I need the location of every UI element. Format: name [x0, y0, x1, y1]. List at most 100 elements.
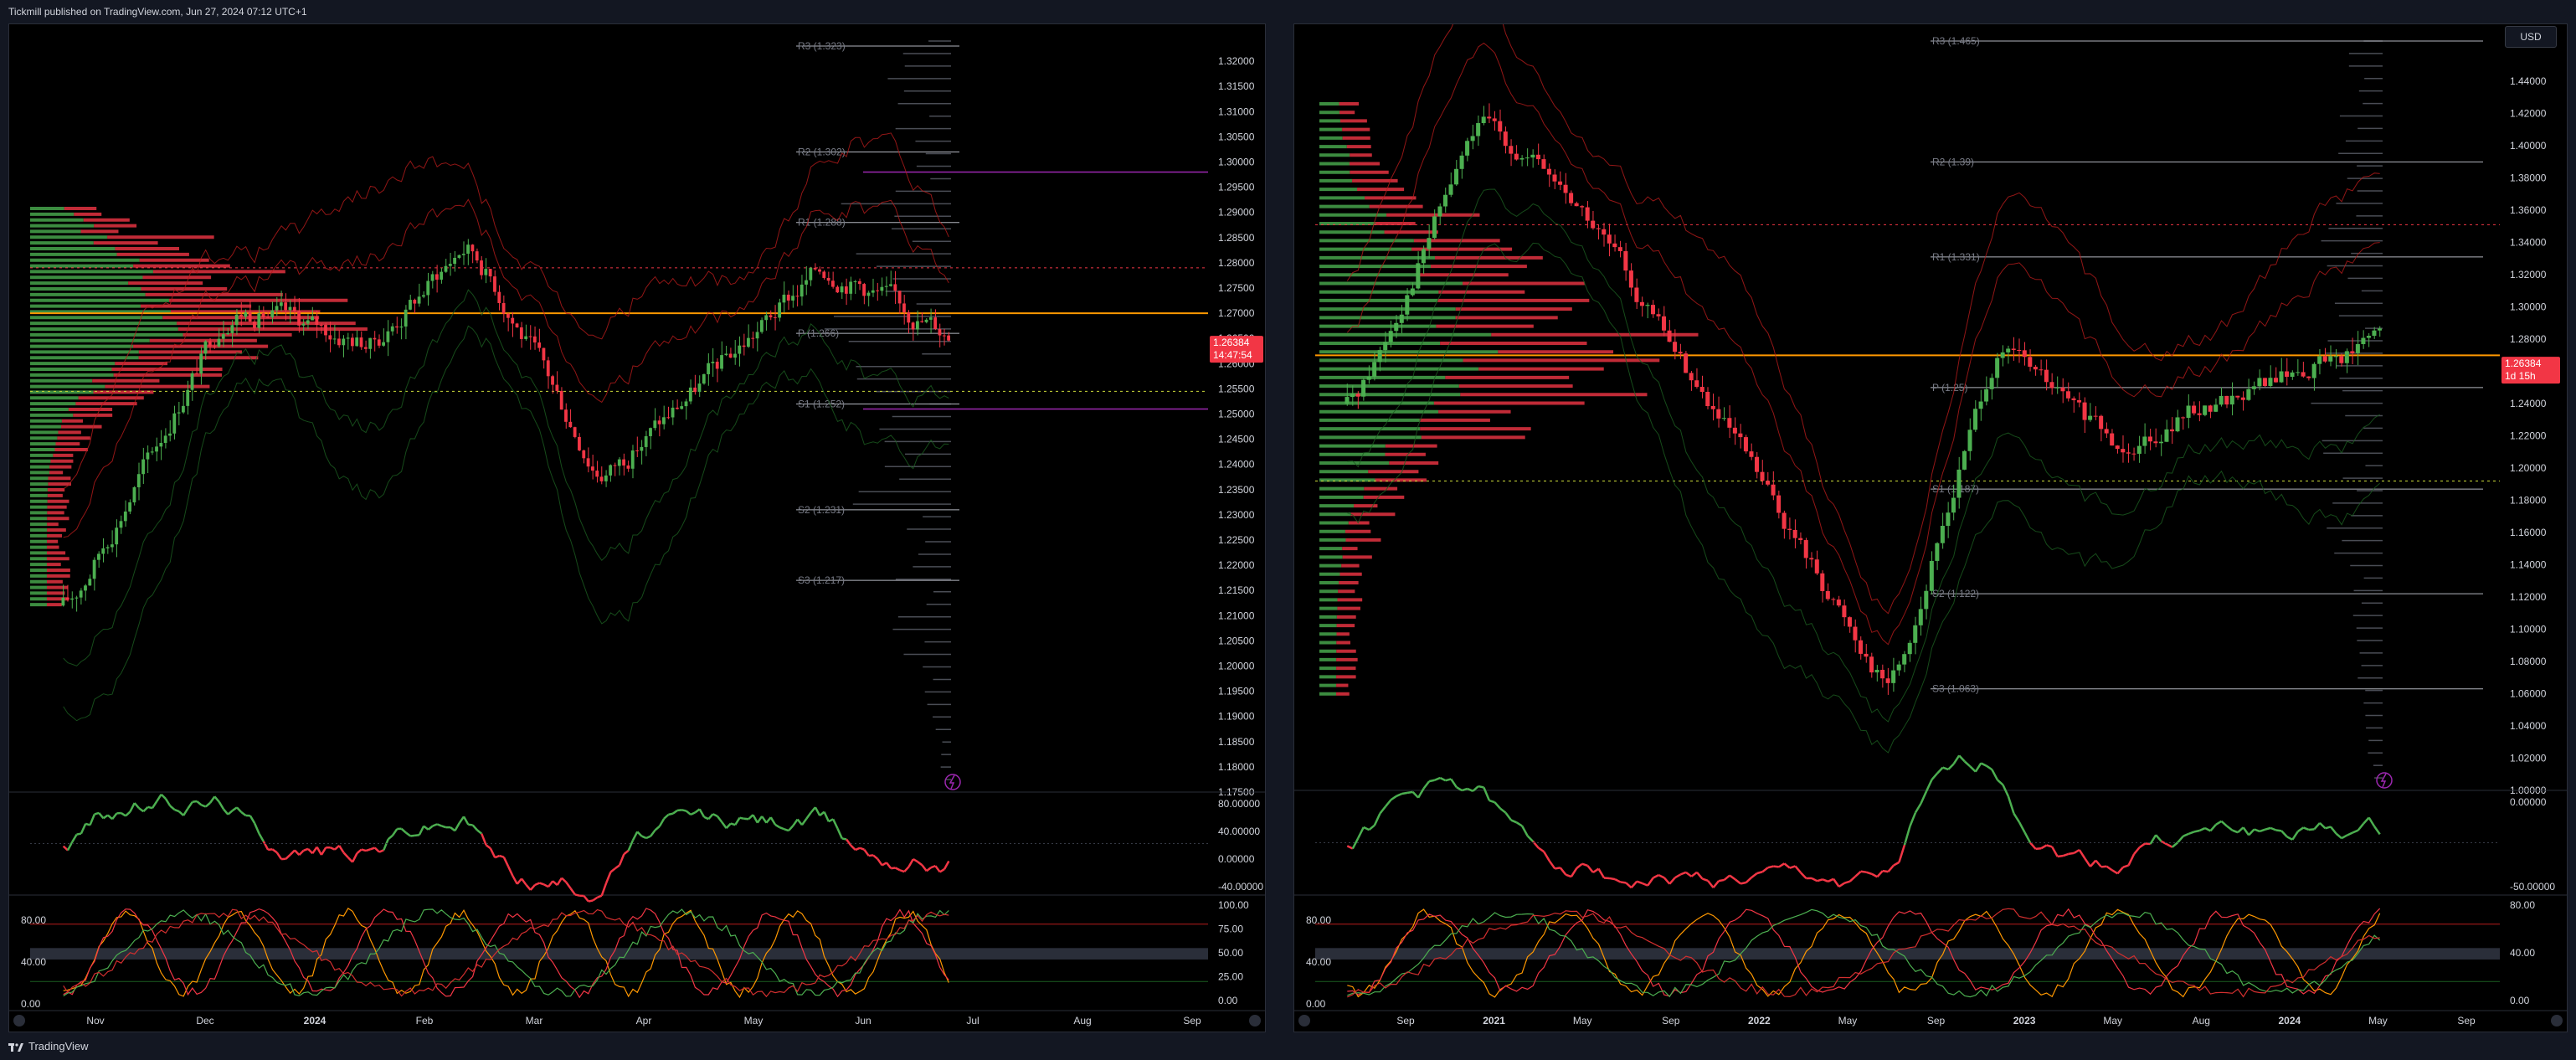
lower-band-line	[1347, 188, 2380, 723]
candle-body	[261, 313, 265, 317]
momentum-line	[841, 837, 847, 841]
time-axis-label: Sep	[1662, 1015, 1680, 1027]
candle-body	[265, 316, 270, 318]
momentum-line	[823, 811, 830, 822]
momentum-line	[716, 816, 723, 823]
momentum-line	[618, 853, 625, 866]
momentum-line	[1559, 867, 1567, 876]
candle-body	[1405, 295, 1410, 315]
osc-left-axis-label: 0.00	[1306, 998, 1326, 1010]
currency-button[interactable]: USD	[2505, 26, 2557, 48]
candle-body	[857, 280, 861, 285]
momentum-line	[846, 838, 852, 846]
candle-body	[2377, 328, 2382, 331]
candle-body	[1602, 229, 1607, 235]
momentum-line	[89, 814, 96, 826]
candle-body	[1530, 154, 1535, 158]
momentum-line	[454, 822, 460, 831]
candle-body	[2039, 369, 2044, 371]
candle-body	[1546, 168, 1551, 175]
candle-body	[1628, 270, 1633, 288]
candle-body	[511, 317, 515, 324]
z-scale-icon	[13, 1015, 25, 1027]
candle-body	[1678, 352, 1683, 354]
momentum-line	[1625, 882, 1632, 889]
time-axis-label: 2022	[1748, 1015, 1771, 1027]
candle-body	[769, 315, 773, 317]
chart-pane-right[interactable]: 1.44000 1.42000 1.40000 1.38000 1.36000 1.340…	[1293, 23, 2568, 1032]
momentum-line	[800, 818, 808, 826]
price-axis-label: 1.29000	[1218, 207, 1255, 219]
candle-body	[551, 376, 554, 385]
candle-body	[346, 337, 350, 339]
candle-body	[1612, 243, 1617, 248]
candle-body	[488, 269, 492, 277]
momentum-line	[2198, 826, 2206, 832]
momentum-line	[588, 899, 594, 903]
candle-body	[182, 405, 185, 413]
candle-body	[524, 336, 528, 339]
price-axis-label: 1.19000	[1218, 711, 1255, 723]
candle-body	[662, 417, 666, 425]
momentum-line	[1931, 772, 1939, 780]
candle-body	[542, 347, 546, 361]
time-axis-label: Aug	[2193, 1015, 2210, 1027]
candle-body	[928, 317, 933, 320]
momentum-line	[2188, 831, 2195, 836]
price-axis-label: 1.22500	[1218, 534, 1255, 546]
momentum-line	[2084, 857, 2091, 867]
momentum-line	[342, 852, 349, 858]
chart-pane-left[interactable]: 1.32000 1.31500 1.31000 1.30500 1.30000 1.295…	[8, 23, 1266, 1032]
candle-body	[168, 433, 172, 436]
momentum-line	[183, 807, 189, 816]
chart-canvas-left[interactable]: 1.32000 1.31500 1.31000 1.30500 1.30000 1.295…	[9, 24, 1266, 1032]
momentum-line	[1734, 878, 1741, 885]
candle-body	[311, 316, 314, 321]
candle-body	[2273, 378, 2278, 383]
candle-body	[1623, 250, 1628, 271]
candle-body	[1962, 450, 1967, 470]
candle-body	[105, 547, 110, 548]
candle-body	[1973, 409, 1978, 430]
momentum-line	[2237, 826, 2244, 834]
last-price-label: 1.26384	[1213, 337, 1250, 348]
momentum-line	[268, 848, 273, 852]
momentum-line	[1778, 862, 1786, 868]
candle-body	[1394, 322, 1399, 332]
time-axis-label: Jun	[855, 1015, 871, 1027]
candle-body	[373, 337, 377, 340]
momentum-line	[227, 810, 234, 816]
momentum-line	[2270, 826, 2277, 831]
momentum-line	[1893, 861, 1900, 867]
candle-body	[1940, 526, 1945, 543]
candle-body	[1847, 617, 1852, 627]
candle-body	[902, 303, 906, 312]
candle-body	[1716, 409, 1721, 419]
candle-body	[893, 284, 897, 291]
momentum-line	[2265, 826, 2271, 831]
momentum-line	[1384, 799, 1392, 808]
momentum-line	[877, 858, 883, 867]
candle-body	[715, 362, 719, 369]
candle-body	[332, 338, 337, 340]
candle-body	[409, 300, 412, 310]
pane-divider[interactable]	[1266, 23, 1293, 1032]
candle-body	[942, 335, 946, 337]
candle-body	[359, 337, 363, 347]
candle-body	[2355, 343, 2360, 353]
candle-body	[1585, 207, 1590, 221]
momentum-line	[2155, 834, 2162, 842]
momentum-line	[672, 809, 678, 815]
momentum-line	[1974, 762, 1982, 773]
momentum-line	[1679, 871, 1687, 876]
candle-body	[1935, 543, 1940, 561]
candle-body	[65, 597, 69, 600]
pivot-label: S1 (1.252)	[798, 398, 845, 409]
candle-body	[680, 406, 684, 409]
chart-canvas-right[interactable]: 1.44000 1.42000 1.40000 1.38000 1.36000 1.340…	[1294, 24, 2568, 1032]
candle-body	[738, 345, 742, 354]
momentum-line	[1783, 862, 1791, 869]
auto-scale-icon	[2551, 1015, 2563, 1027]
candle-body	[2296, 372, 2301, 373]
candle-body	[1814, 559, 1819, 574]
